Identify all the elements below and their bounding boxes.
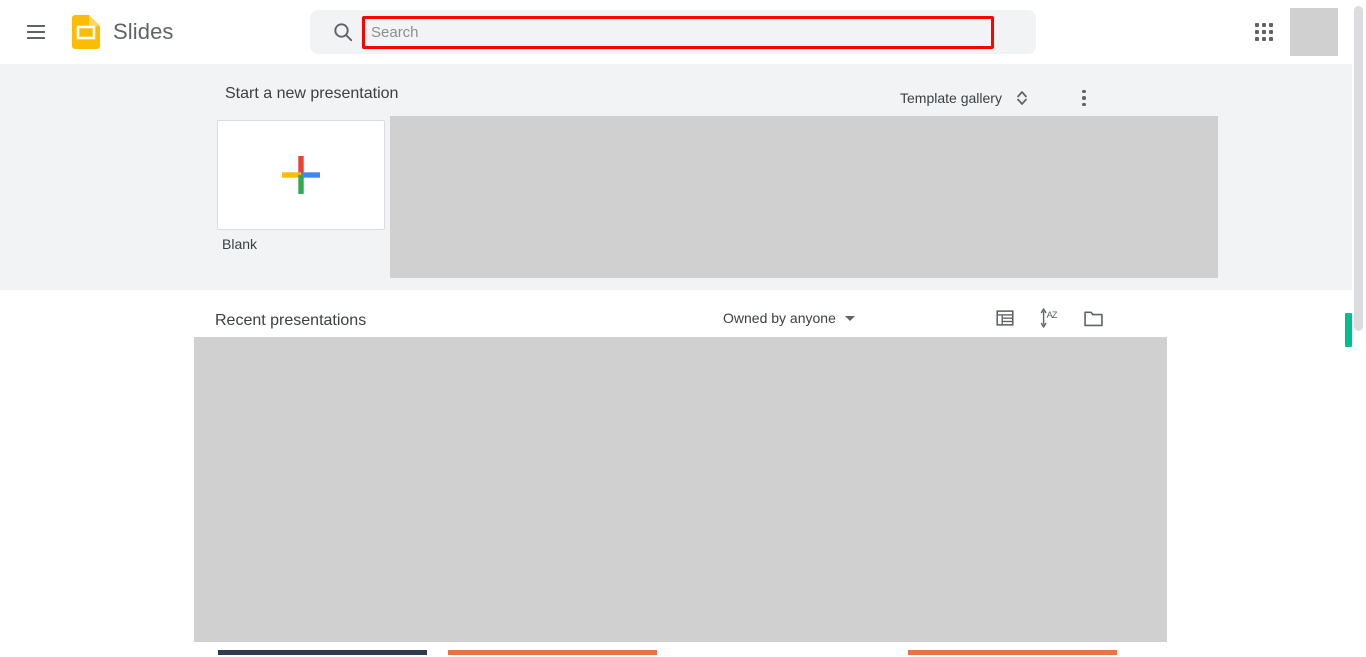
recent-thumbnail-accent-strip [194, 650, 1167, 657]
template-card-blank[interactable] [217, 120, 385, 230]
avatar[interactable] [1290, 8, 1338, 56]
recent-presentations-section: Recent presentations Owned by anyone A Z [0, 290, 1352, 657]
search-bar[interactable] [310, 10, 1036, 54]
apps-grid-dot [1255, 37, 1259, 41]
template-gallery-strip-placeholder [390, 116, 1218, 278]
recent-view-tools: A Z [992, 305, 1106, 331]
thumbnail-accent-bar[interactable] [218, 650, 427, 655]
owner-filter-label: Owned by anyone [723, 310, 836, 326]
chevron-down-icon [844, 315, 855, 321]
kebab-dot [1082, 96, 1086, 100]
kebab-dot [1082, 102, 1086, 107]
header-right-cluster [1246, 0, 1352, 64]
brand-home-link[interactable]: Slides [72, 15, 174, 49]
template-card-blank-label: Blank [222, 236, 258, 252]
thumbnail-accent-bar[interactable] [908, 650, 1117, 655]
svg-text:Z: Z [1052, 310, 1058, 321]
folder-icon[interactable] [1080, 305, 1106, 331]
apps-grid-dot [1262, 30, 1266, 34]
plus-icon [278, 152, 324, 198]
start-new-presentation-section: Start a new presentation Template galler… [0, 64, 1352, 290]
new-presentation-toolbar: Start a new presentation [0, 64, 1352, 124]
app-header: Slides [0, 0, 1352, 64]
more-options-icon[interactable] [1072, 86, 1096, 110]
scroll-position-marker [1345, 313, 1352, 347]
apps-grid-icon[interactable] [1246, 14, 1282, 50]
page-title: Start a new presentation [225, 85, 399, 102]
list-view-icon[interactable] [992, 305, 1018, 331]
apps-grid-dot [1269, 30, 1273, 34]
apps-grid-dot [1262, 23, 1266, 27]
hamburger-line [27, 31, 45, 33]
thumbnail-accent-bar[interactable] [448, 650, 657, 655]
chevron-up-down-icon [1010, 86, 1034, 110]
app-title: Slides [113, 19, 174, 44]
recent-presentations-title: Recent presentations [215, 312, 367, 329]
recent-presentations-grid-placeholder [194, 337, 1167, 642]
search-field-wrapper [367, 17, 997, 47]
apps-grid-dot [1269, 23, 1273, 27]
google-slides-home: Slides Search Start a new presentation T… [0, 0, 1366, 657]
search-input[interactable] [367, 17, 997, 47]
sort-az-icon[interactable]: A Z [1036, 305, 1062, 331]
kebab-dot [1082, 89, 1086, 94]
template-gallery-toggle[interactable]: Template gallery [900, 86, 1034, 110]
search-icon [331, 20, 355, 44]
apps-grid-dot [1255, 30, 1259, 34]
template-gallery-label: Template gallery [900, 90, 1002, 106]
owner-filter-dropdown[interactable]: Owned by anyone [723, 310, 855, 326]
google-slides-logo [72, 15, 100, 49]
apps-grid-dot [1255, 23, 1259, 27]
scrollbar-thumb[interactable] [1354, 6, 1363, 331]
thumbnail-accent-bar[interactable] [678, 650, 887, 655]
hamburger-line [27, 25, 45, 27]
hamburger-menu-icon[interactable] [24, 20, 48, 44]
hamburger-line [27, 37, 45, 39]
page-scrollbar[interactable] [1352, 0, 1366, 657]
apps-grid-dot [1269, 37, 1273, 41]
apps-grid-dot [1262, 37, 1266, 41]
